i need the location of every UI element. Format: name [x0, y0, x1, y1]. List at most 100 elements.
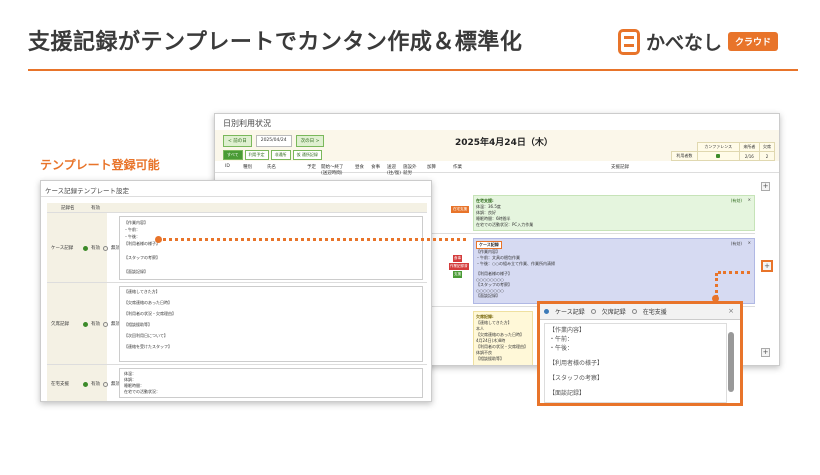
radio-on-label: 有効	[91, 322, 100, 327]
radio-off-icon[interactable]	[103, 245, 108, 251]
header-divider	[28, 69, 798, 71]
brand-logo: かべなし クラウド	[618, 28, 779, 55]
popup-line: ・午前：	[549, 336, 574, 343]
support-note[interactable]: 在宅支援: 体温：36.5度 体調：良好 睡眠時間：6時間半 在宅での活動状況：…	[473, 195, 755, 231]
filter-planned[interactable]: 利用予定	[244, 150, 269, 160]
note-tag: (有効)	[730, 241, 742, 246]
note-line: 【相談援助等】	[476, 356, 504, 361]
radio-on-label: 有効	[91, 246, 100, 251]
stats-row-label: 利用者数	[671, 151, 698, 161]
stats-value: 2	[759, 151, 775, 161]
filter-absent[interactable]: 非通所	[270, 150, 291, 160]
col-category: 記録名	[61, 206, 75, 211]
add-record-button[interactable]: +	[761, 182, 770, 191]
col-enabled: 有効	[91, 206, 100, 211]
stats-label: カンファレンス	[696, 142, 740, 152]
stats-table: カンファレンス 来所者 欠席 利用者数 2/16 2	[671, 142, 775, 161]
radio-home-icon[interactable]	[631, 309, 637, 314]
popup-textarea[interactable]: 【作業内容】 ・午前： ・午後： 【利用者様の様子】 【スタッフの考察】 【面談…	[544, 323, 727, 403]
radio-on-icon[interactable]	[83, 321, 88, 327]
enable-radio[interactable]: 有効 無効	[83, 381, 120, 387]
case-note[interactable]: ケース記録 【作業内容】 ・午前：文具の梱包作業 ・午後：○○の組み立て作業、作…	[473, 238, 755, 304]
status-badge: 作業記録済	[449, 263, 469, 270]
radio-on-label: 有効	[91, 382, 100, 387]
stats-label: 欠席	[759, 142, 775, 152]
template-row: 在宅支援 有効 無効 体温： 体調： 睡眠時間： 在宅での活動状況：	[47, 365, 427, 401]
radio-absence-icon[interactable]	[590, 309, 596, 314]
note-line: 在宅での活動状況：PC入力作業	[476, 222, 534, 227]
stats-value	[696, 151, 740, 161]
template-text: 【作業内容】 ・午前： ・午後：	[124, 220, 148, 239]
template-textarea[interactable]: 体温： 体調： 睡眠時間： 在宅での活動状況：	[119, 368, 423, 398]
filter-all[interactable]: すべて	[223, 150, 243, 160]
connector-line	[718, 271, 750, 274]
connector-dot	[155, 236, 162, 243]
filter-buttons: すべて 利用予定 非通所 仮 通所記録	[223, 150, 322, 160]
popup-line: 【作業内容】	[549, 327, 586, 334]
template-textarea[interactable]: 【作業内容】 ・午前： ・午後： 【利用者様の様子】 【スタッフの考察】 【面談…	[119, 216, 423, 280]
option-absence[interactable]: 欠席記録	[602, 307, 626, 316]
add-record-button[interactable]: +	[761, 260, 773, 272]
col-name: 氏名	[267, 165, 276, 170]
popup-line: 【面談記録】	[549, 390, 586, 397]
note-tag: (有効)	[730, 198, 742, 203]
template-category: 欠席記録	[51, 322, 69, 327]
date-input[interactable]: 2025/04/24	[255, 135, 292, 147]
template-label: テンプレート登録可能	[40, 158, 160, 172]
note-title: ケース記録	[476, 241, 502, 249]
date-heading: 2025年4月24日（木）	[455, 138, 553, 148]
template-category: 在宅支援	[51, 382, 69, 387]
col-lunch: 昼食	[355, 165, 364, 170]
col-id: ID	[225, 164, 230, 169]
scrollbar[interactable]	[728, 332, 734, 392]
status-badge: 在宅支援	[451, 206, 469, 213]
option-case[interactable]: ケース記録	[555, 307, 585, 316]
template-select-popup: ケース記録 欠席記録 在宅支援 × 【作業内容】 ・午前： ・午後： 【利用者様…	[537, 301, 743, 406]
col-meal: 食事	[371, 165, 380, 170]
template-textarea[interactable]: 【連絡してきた方】 【欠席連絡のあった日時】 【利用者の状況・欠席理由】 【相談…	[119, 286, 423, 362]
connector-line	[163, 238, 466, 241]
status-badge: 食事	[453, 255, 462, 262]
absence-note[interactable]: 欠席記録: 【連絡してきた方】 本人 【欠席連絡のあった日時】 4月24日(木)…	[473, 311, 533, 365]
note-close-icon[interactable]: ×	[748, 197, 751, 202]
radio-on-icon[interactable]	[83, 381, 88, 387]
template-row: 欠席記録 有効 無効 【連絡してきた方】 【欠席連絡のあった日時】 【利用者の状…	[47, 283, 427, 365]
template-settings-window: ケース記録テンプレート設定 記録名 有効 ケース記録 有効 無効 【作業内容】 …	[40, 180, 432, 402]
option-home[interactable]: 在宅支援	[643, 307, 667, 316]
radio-case-icon[interactable]	[544, 309, 549, 314]
template-table: 記録名 有効 ケース記録 有効 無効 【作業内容】 ・午前： ・午後： 【利用者…	[47, 203, 427, 401]
logo-icon	[618, 28, 640, 55]
note-close-icon[interactable]: ×	[748, 240, 751, 245]
stats-label: 来所者	[738, 142, 761, 152]
col-time: 開始〜終了 (送迎時間)	[321, 165, 344, 176]
radio-off-icon[interactable]	[103, 321, 108, 327]
template-category: ケース記録	[51, 246, 74, 251]
col-type: 種別	[243, 165, 252, 170]
note-line: 【面談記録】	[476, 293, 500, 298]
radio-on-icon[interactable]	[83, 245, 88, 251]
col-transport: 送迎 (往/復)	[387, 165, 402, 176]
date-nav: < 前の日 2025/04/24 次の日 >	[223, 135, 325, 147]
col-addition: 加算	[427, 165, 436, 170]
status-badge: 支援	[453, 271, 462, 278]
popup-line: 【利用者様の様子】	[549, 360, 604, 367]
template-window-title: ケース記録テンプレート設定	[45, 187, 129, 195]
popup-line: ・午後：	[549, 345, 574, 352]
table-header: ID 種別 氏名 予定 開始〜終了 (送迎時間) 昼食 食事 送迎 (往/復) …	[215, 161, 779, 176]
enable-radio[interactable]: 有効 無効	[83, 245, 120, 251]
template-text: 【利用者様の様子】 【スタッフの考察】 【面談記録】	[124, 241, 160, 274]
add-record-button[interactable]: +	[761, 348, 770, 357]
radio-off-icon[interactable]	[103, 381, 108, 387]
prev-day-button[interactable]: < 前の日	[223, 135, 252, 147]
col-work: 作業	[453, 165, 462, 170]
col-plan: 予定	[307, 165, 316, 170]
template-table-header: 記録名 有効	[47, 203, 427, 213]
next-day-button[interactable]: 次の日 >	[295, 135, 325, 147]
filter-tentative[interactable]: 仮 通所記録	[292, 150, 322, 160]
enable-radio[interactable]: 有効 無効	[83, 321, 120, 327]
window-title: 日別利用状況	[223, 119, 271, 128]
close-icon[interactable]: ×	[728, 307, 734, 315]
popup-line: 【スタッフの考察】	[549, 375, 604, 382]
col-offsite: 施設外就労	[403, 165, 417, 176]
stats-value: 2/16	[738, 151, 761, 161]
